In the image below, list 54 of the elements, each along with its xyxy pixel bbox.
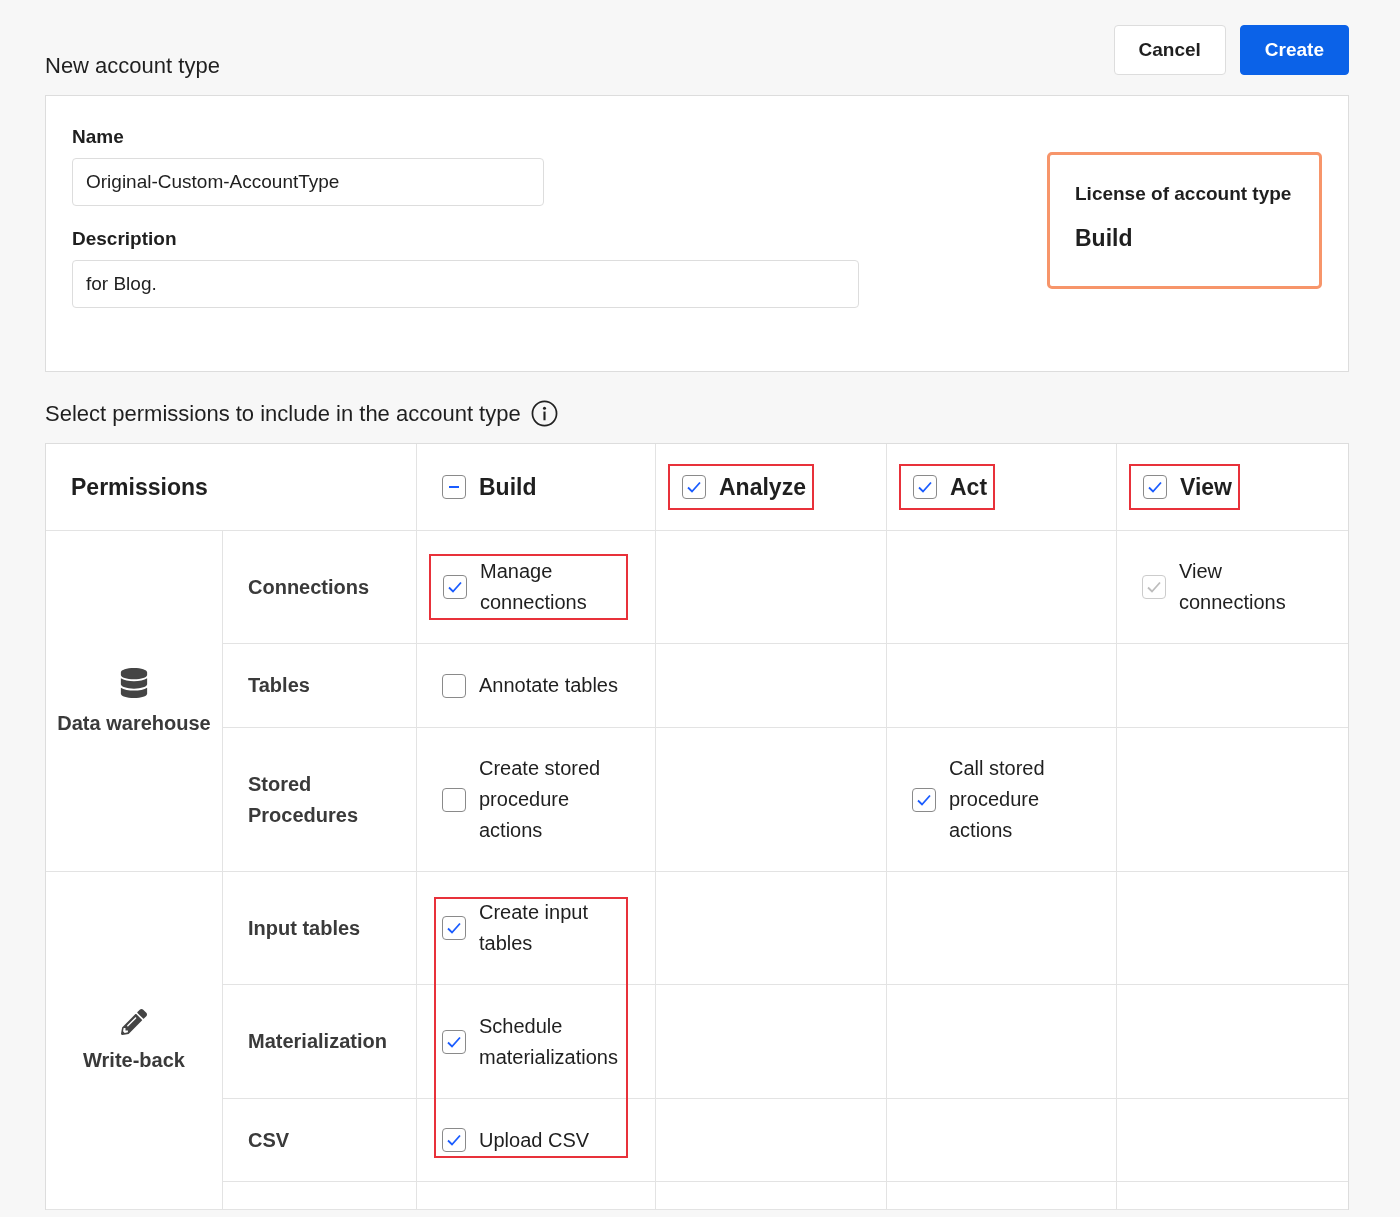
- column-heading: View: [1180, 472, 1232, 502]
- permission-label: Annotate tables: [479, 673, 618, 698]
- info-icon[interactable]: [530, 400, 558, 427]
- check-icon: [918, 481, 932, 493]
- check-icon: [917, 793, 931, 806]
- group-label: Data warehouse: [57, 711, 211, 735]
- permission-label: Create input tables: [479, 900, 589, 956]
- check-icon: [447, 1035, 461, 1048]
- checkbox[interactable]: [912, 787, 936, 812]
- checkbox[interactable]: [443, 575, 467, 599]
- checkbox[interactable]: [442, 787, 466, 812]
- page-title: New account type: [45, 53, 220, 79]
- field-label: Description: [72, 228, 178, 250]
- checkbox[interactable]: [913, 475, 937, 499]
- input-field[interactable]: Original-Custom-AccountType: [72, 158, 544, 206]
- permission-label: Create stored procedure actions: [479, 756, 602, 843]
- cancel-button[interactable]: Cancel: [1113, 25, 1226, 75]
- check-icon: [1147, 581, 1161, 593]
- checkbox[interactable]: [1143, 475, 1167, 499]
- check-icon: [687, 481, 701, 493]
- checkbox[interactable]: [682, 475, 706, 499]
- column-heading: Permissions: [71, 473, 208, 501]
- group-label: Write-back: [83, 1049, 185, 1072]
- row-label: Input tables: [248, 915, 361, 941]
- license-value: Build: [1075, 225, 1134, 252]
- checkbox[interactable]: [442, 916, 466, 940]
- column-heading: Act: [950, 472, 988, 502]
- database-icon: [119, 667, 149, 698]
- row-label: Materialization: [248, 1029, 387, 1054]
- section-title: Select permissions to include in the account type: [45, 400, 521, 427]
- check-icon: [448, 581, 462, 593]
- input-field[interactable]: for Blog.: [72, 260, 859, 308]
- checkbox[interactable]: [442, 1128, 466, 1152]
- check-icon: [447, 922, 461, 934]
- checkbox[interactable]: [442, 673, 466, 698]
- license-label: License of account type: [1075, 183, 1293, 205]
- create-button[interactable]: Create: [1239, 25, 1349, 75]
- permission-label: Upload CSV: [479, 1127, 590, 1153]
- permission-label: Schedule materializations: [479, 1013, 619, 1070]
- field-label: Name: [72, 126, 125, 148]
- column-heading: Build: [479, 472, 537, 502]
- row-label: Tables: [248, 673, 310, 698]
- row-label: Connections: [248, 574, 370, 600]
- permission-label: Manage connections: [480, 559, 588, 615]
- permission-label: Call stored procedure actions: [949, 756, 1046, 843]
- column-heading: Analyze: [719, 472, 806, 502]
- checkbox[interactable]: [442, 475, 466, 499]
- pencil-icon: [121, 1009, 147, 1035]
- row-label: CSV: [248, 1127, 290, 1153]
- checkbox[interactable]: [442, 1029, 466, 1054]
- check-icon: [1148, 481, 1162, 493]
- permission-label: View connections: [1179, 559, 1287, 615]
- row-label: Stored Procedures: [248, 771, 360, 828]
- check-icon: [447, 1134, 461, 1146]
